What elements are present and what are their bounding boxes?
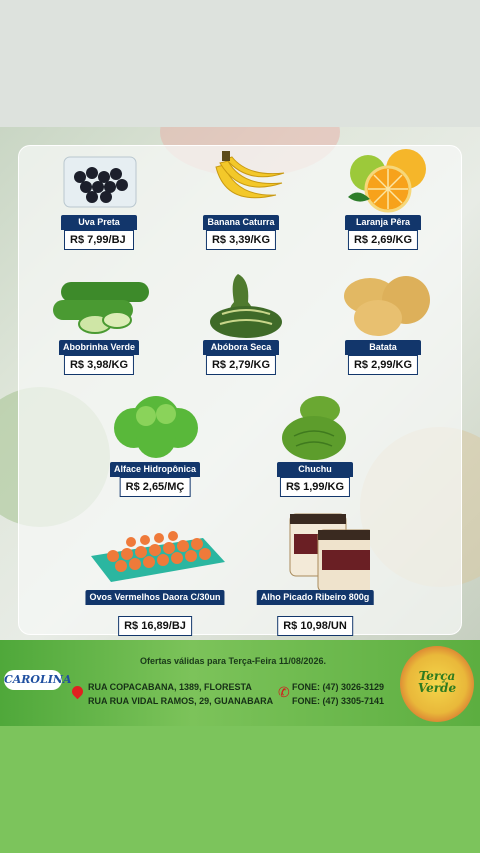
product-price: R$ 2,65/MÇ xyxy=(119,477,191,497)
bottom-band xyxy=(0,726,480,853)
location-pin-icon xyxy=(69,683,86,700)
store-address-1: RUA COPACABANA, 1389, FLORESTA xyxy=(88,682,252,692)
store-phone-1: FONE: (47) 3026-3129 xyxy=(292,682,385,692)
product-price: R$ 7,99/BJ xyxy=(64,230,134,250)
product-card[interactable]: Alface Hidropônica R$ 2,65/MÇ xyxy=(80,392,230,512)
product-card[interactable]: Batata R$ 2,99/KG xyxy=(308,270,458,390)
product-card[interactable]: Uva Preta R$ 7,99/BJ xyxy=(24,147,174,267)
product-price: R$ 2,69/KG xyxy=(347,230,419,250)
product-name: Alho Picado Ribeiro 800g xyxy=(256,590,374,605)
product-name: Uva Preta xyxy=(61,215,137,230)
product-name: Abobrinha Verde xyxy=(58,340,140,355)
phone-icon: ✆ xyxy=(278,684,290,700)
product-price: R$ 3,98/KG xyxy=(63,355,135,375)
store-footer: Ofertas válidas para Terça-Feira 11/08/2… xyxy=(0,640,480,726)
terca-verde-badge: Terça Verde xyxy=(400,646,474,722)
product-price: R$ 2,79/KG xyxy=(205,355,277,375)
product-card[interactable]: Ovos Vermelhos Daora C/30un R$ 16,89/BJ xyxy=(80,512,230,636)
product-name: Batata xyxy=(345,340,421,355)
product-name: Laranja Pêra xyxy=(345,215,421,230)
product-card[interactable]: Chuchu R$ 1,99/KG xyxy=(240,392,390,512)
product-name: Ovos Vermelhos Daora C/30un xyxy=(85,590,225,605)
top-band xyxy=(0,0,480,127)
badge-text: Terça Verde xyxy=(400,670,474,694)
product-card[interactable]: Laranja Pêra R$ 2,69/KG xyxy=(308,147,458,267)
product-name: Abóbora Seca xyxy=(203,340,279,355)
badge-line-2: Verde xyxy=(417,681,457,695)
offer-validity: Ofertas válidas para Terça-Feira 11/08/2… xyxy=(140,656,326,666)
store-logo: CAROLINA xyxy=(4,670,71,690)
offer-flyer: Uva Preta R$ 7,99/BJ Banana Caturra R$ 3… xyxy=(0,127,480,640)
product-card[interactable]: Alho Picado Ribeiro 800g R$ 10,98/UN xyxy=(240,512,390,636)
product-name: Banana Caturra xyxy=(203,215,279,230)
product-price: R$ 2,99/KG xyxy=(347,355,419,375)
product-price: R$ 16,89/BJ xyxy=(118,616,192,636)
product-card[interactable]: Abobrinha Verde R$ 3,98/KG xyxy=(24,270,174,390)
product-name: Chuchu xyxy=(277,462,353,477)
product-card[interactable]: Abóbora Seca R$ 2,79/KG xyxy=(166,270,316,390)
product-price: R$ 10,98/UN xyxy=(277,616,353,636)
store-phone-2: FONE: (47) 3305-7141 xyxy=(292,696,385,706)
product-price: R$ 3,39/KG xyxy=(205,230,277,250)
store-address-2: RUA RUA VIDAL RAMOS, 29, GUANABARA xyxy=(88,696,274,706)
product-card[interactable]: Banana Caturra R$ 3,39/KG xyxy=(166,147,316,267)
product-price: R$ 1,99/KG xyxy=(279,477,351,497)
product-name: Alface Hidropônica xyxy=(109,462,201,477)
